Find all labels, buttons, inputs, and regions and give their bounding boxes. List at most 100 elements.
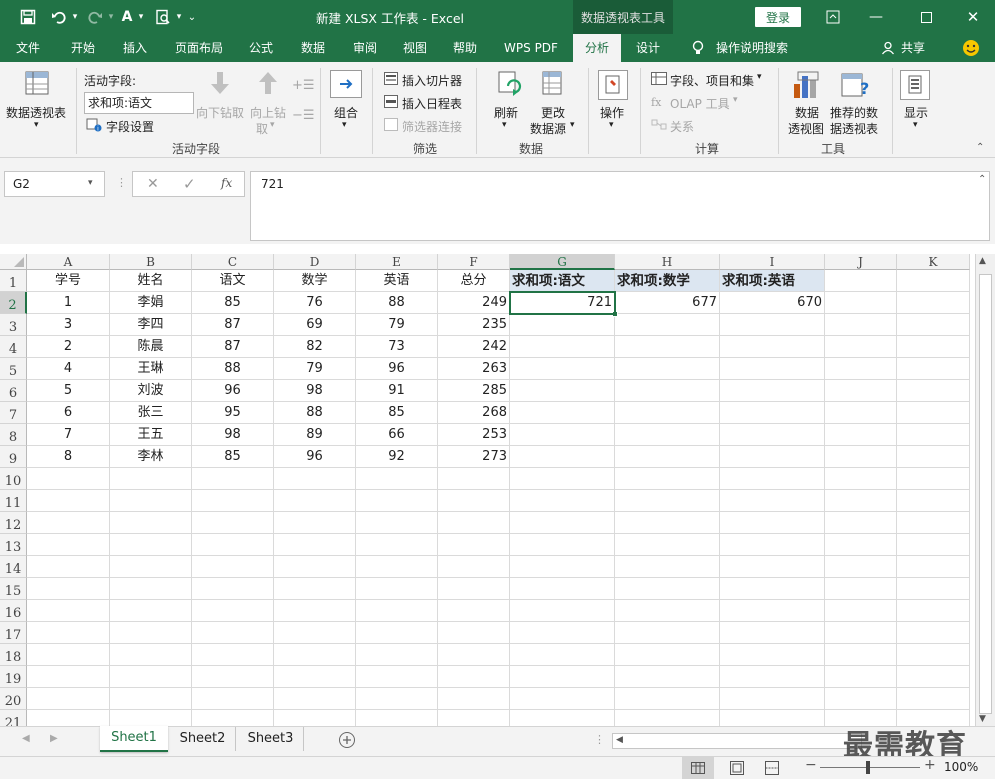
cell-h2[interactable]: 677 xyxy=(615,292,720,314)
cell-j16[interactable] xyxy=(825,600,897,622)
cell-h6[interactable] xyxy=(615,380,720,402)
vertical-scroll-thumb[interactable] xyxy=(979,274,992,714)
cell-f11[interactable] xyxy=(438,490,510,512)
cell-g19[interactable] xyxy=(510,666,615,688)
cell-c21[interactable] xyxy=(192,710,274,726)
cell-i5[interactable] xyxy=(720,358,825,380)
cell-f4[interactable]: 242 xyxy=(438,336,510,358)
cell-b1[interactable]: 姓名 xyxy=(110,270,192,292)
cell-c14[interactable] xyxy=(192,556,274,578)
cell-j10[interactable] xyxy=(825,468,897,490)
cell-i21[interactable] xyxy=(720,710,825,726)
cell-g2[interactable]: 721 xyxy=(510,292,615,314)
cell-i10[interactable] xyxy=(720,468,825,490)
next-sheet-icon[interactable]: ▶ xyxy=(50,733,58,744)
login-button[interactable]: 登录 xyxy=(755,7,801,27)
page-layout-view-icon[interactable] xyxy=(730,761,744,778)
column-header-b[interactable]: B xyxy=(110,254,192,270)
share-button[interactable]: 共享 xyxy=(898,34,928,62)
cell-g3[interactable] xyxy=(510,314,615,336)
cell-b19[interactable] xyxy=(110,666,192,688)
tab-split-grip-icon[interactable]: ⋮ xyxy=(594,733,605,746)
cell-a8[interactable]: 7 xyxy=(27,424,110,446)
cell-h19[interactable] xyxy=(615,666,720,688)
tab-review[interactable]: 审阅 xyxy=(342,34,388,62)
row-header-8[interactable]: 8 xyxy=(0,424,27,446)
cell-k4[interactable] xyxy=(897,336,970,358)
cell-b16[interactable] xyxy=(110,600,192,622)
zoom-slider-thumb[interactable] xyxy=(866,761,870,774)
cell-a15[interactable] xyxy=(27,578,110,600)
cell-d5[interactable]: 79 xyxy=(274,358,356,380)
cell-e3[interactable]: 79 xyxy=(356,314,438,336)
recommended-pivot-label-2[interactable]: 据透视表 xyxy=(830,120,878,137)
cell-b7[interactable]: 张三 xyxy=(110,402,192,424)
cell-d4[interactable]: 82 xyxy=(274,336,356,358)
tab-formulas[interactable]: 公式 xyxy=(238,34,284,62)
cancel-edit-icon[interactable]: ✕ xyxy=(147,176,159,192)
cell-c5[interactable]: 88 xyxy=(192,358,274,380)
column-header-k[interactable]: K xyxy=(897,254,970,270)
cell-j15[interactable] xyxy=(825,578,897,600)
cell-c15[interactable] xyxy=(192,578,274,600)
cell-f18[interactable] xyxy=(438,644,510,666)
column-header-e[interactable]: E xyxy=(356,254,438,270)
insert-slicer-button[interactable]: 插入切片器 xyxy=(402,72,462,89)
change-source-label-2[interactable]: 数据源 xyxy=(530,120,566,137)
cell-i20[interactable] xyxy=(720,688,825,710)
cell-f15[interactable] xyxy=(438,578,510,600)
row-header-10[interactable]: 10 xyxy=(0,468,27,490)
customize-toolbar-icon[interactable]: ⌄ xyxy=(186,0,198,34)
cell-j18[interactable] xyxy=(825,644,897,666)
cell-d9[interactable]: 96 xyxy=(274,446,356,468)
scroll-down-icon[interactable]: ▼ xyxy=(979,714,986,724)
cell-k14[interactable] xyxy=(897,556,970,578)
cell-j14[interactable] xyxy=(825,556,897,578)
row-header-17[interactable]: 17 xyxy=(0,622,27,644)
cell-e2[interactable]: 88 xyxy=(356,292,438,314)
relationships-button[interactable]: 关系 xyxy=(670,118,694,135)
cell-d15[interactable] xyxy=(274,578,356,600)
cell-c13[interactable] xyxy=(192,534,274,556)
cell-j5[interactable] xyxy=(825,358,897,380)
cell-h16[interactable] xyxy=(615,600,720,622)
cell-j6[interactable] xyxy=(825,380,897,402)
actions-dropdown-icon[interactable]: ▾ xyxy=(609,120,614,130)
cell-k15[interactable] xyxy=(897,578,970,600)
column-header-a[interactable]: A xyxy=(27,254,110,270)
undo-icon[interactable] xyxy=(48,0,70,34)
cell-c18[interactable] xyxy=(192,644,274,666)
cell-d6[interactable]: 98 xyxy=(274,380,356,402)
cell-a21[interactable] xyxy=(27,710,110,726)
cell-f10[interactable] xyxy=(438,468,510,490)
column-header-h[interactable]: H xyxy=(615,254,720,270)
cell-j2[interactable] xyxy=(825,292,897,314)
column-header-f[interactable]: F xyxy=(438,254,510,270)
cell-h10[interactable] xyxy=(615,468,720,490)
column-header-g[interactable]: G xyxy=(510,254,615,270)
cell-j1[interactable] xyxy=(825,270,897,292)
cell-g14[interactable] xyxy=(510,556,615,578)
cell-c12[interactable] xyxy=(192,512,274,534)
cell-g8[interactable] xyxy=(510,424,615,446)
cell-g5[interactable] xyxy=(510,358,615,380)
cell-a11[interactable] xyxy=(27,490,110,512)
column-header-c[interactable]: C xyxy=(192,254,274,270)
cell-k20[interactable] xyxy=(897,688,970,710)
collapse-ribbon-icon[interactable]: ⌃ xyxy=(976,142,984,153)
cell-c6[interactable]: 96 xyxy=(192,380,274,402)
cell-b3[interactable]: 李四 xyxy=(110,314,192,336)
cell-c11[interactable] xyxy=(192,490,274,512)
cell-a16[interactable] xyxy=(27,600,110,622)
pivot-chart-label-1[interactable]: 数据 xyxy=(795,104,819,121)
cell-a5[interactable]: 4 xyxy=(27,358,110,380)
cell-e8[interactable]: 66 xyxy=(356,424,438,446)
cell-f17[interactable] xyxy=(438,622,510,644)
refresh-dropdown-icon[interactable]: ▾ xyxy=(502,120,507,130)
cell-d20[interactable] xyxy=(274,688,356,710)
cell-d21[interactable] xyxy=(274,710,356,726)
slicer-icon[interactable] xyxy=(384,72,398,88)
cell-b14[interactable] xyxy=(110,556,192,578)
font-color-dropdown-icon[interactable]: ▾ xyxy=(136,0,146,34)
cell-h8[interactable] xyxy=(615,424,720,446)
